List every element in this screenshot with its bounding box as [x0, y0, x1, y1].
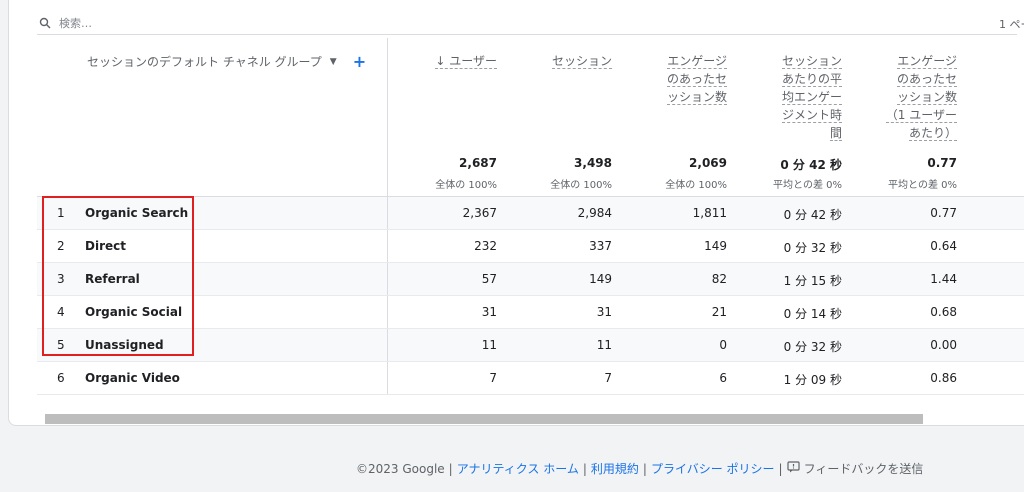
metric-value: 1 分 09 秒	[783, 373, 842, 387]
search-input[interactable]: 検索…	[59, 15, 92, 31]
terms-link[interactable]: 利用規約	[591, 460, 639, 477]
metric-header[interactable]: セッあたペ	[967, 52, 1024, 106]
metric-value: 1 分 15 秒	[783, 274, 842, 288]
metric-value: 0 分 42 秒	[783, 208, 842, 222]
footer-sep: |	[448, 461, 453, 476]
table-header: セッションのデフォルト チャネル グループ ▼ + ↓ ユーザー 2,687 全体の…	[37, 38, 1024, 197]
page-info: 1 ページ	[999, 18, 1024, 31]
metric-value: 149	[589, 272, 612, 286]
channel-name: Organic Video	[85, 371, 180, 385]
metric-header-line: エンゲージ	[897, 54, 957, 69]
metric-value: 0	[719, 338, 727, 352]
row-index: 6	[57, 371, 65, 385]
metric-header-line: セッション	[551, 54, 612, 69]
metric-value: 2,367	[462, 206, 497, 220]
metric-value: 149	[704, 239, 727, 253]
search-bar[interactable]: 検索…	[37, 12, 1017, 35]
metric-header-line: ↓ ユーザー	[435, 54, 497, 69]
metric-value: 0.86	[930, 371, 957, 385]
metric-header-line: （1 ユーザー	[885, 108, 957, 123]
metric-header-line: のあったセ	[666, 72, 727, 87]
metric-header-line: あたりの平	[781, 72, 842, 87]
dropdown-caret-icon[interactable]: ▼	[330, 57, 337, 67]
metric-header[interactable]: ↓ ユーザー	[392, 52, 497, 70]
footer-sep: |	[582, 461, 587, 476]
metric-header[interactable]: エンゲージのあったセッション数 （1 ユーザーあたり）	[852, 52, 957, 142]
footer-sep: |	[778, 461, 783, 476]
metric-header-line: セッション	[781, 54, 842, 69]
metric-value: 1,811	[692, 206, 727, 220]
metric-value: 11	[481, 338, 497, 352]
metric-value: 7	[604, 371, 612, 385]
metric-total: 3,498	[574, 156, 612, 170]
add-dimension-icon[interactable]: +	[353, 52, 366, 71]
metric-total-sub: 全体の 100%	[550, 180, 612, 191]
metric-total: 2,069	[689, 156, 727, 170]
metric-value: 11	[596, 338, 612, 352]
metric-total: 0 分 42 秒	[780, 158, 842, 172]
metric-value: 232	[474, 239, 497, 253]
metric-header-line: ッション数	[666, 90, 727, 105]
metric-value: 0.77	[930, 206, 957, 220]
metric-value: 7	[489, 371, 497, 385]
metric-total-sub: 平均との差 0%	[888, 180, 957, 191]
metric-value: 0 分 32 秒	[783, 241, 842, 255]
metric-header-line: のあったセ	[896, 72, 957, 87]
metric-total: 2,687	[459, 156, 497, 170]
dimension-header[interactable]: セッションのデフォルト チャネル グループ ▼ +	[87, 52, 366, 71]
search-icon	[37, 15, 53, 31]
metric-value: 0 分 32 秒	[783, 340, 842, 354]
metric-header-line: 間	[829, 126, 842, 141]
metric-header-line: ッション数	[896, 90, 957, 105]
metric-value: 82	[711, 272, 727, 286]
metric-header-line: エンゲージ	[667, 54, 727, 69]
metric-total-sub: 全体の 100%	[665, 180, 727, 191]
metric-header-line: 均エンゲー	[781, 90, 842, 105]
feedback-link[interactable]: フィードバックを送信	[804, 460, 924, 477]
metric-value: 0.68	[930, 305, 957, 319]
feedback-icon[interactable]	[786, 461, 800, 476]
metric-value: 6	[719, 371, 727, 385]
metric-value: 337	[589, 239, 612, 253]
footer: ©2023 Google | アナリティクス ホーム | 利用規約 | プライバ…	[356, 460, 923, 477]
metric-value: 31	[596, 305, 612, 319]
footer-sep: |	[642, 461, 647, 476]
metric-header-line: ジメント時	[781, 108, 842, 123]
metric-total: 0.77	[927, 156, 957, 170]
metric-value: 31	[481, 305, 497, 319]
metric-value: 57	[481, 272, 497, 286]
metric-value: 0.00	[930, 338, 957, 352]
dimension-label: セッションのデフォルト チャネル グループ	[87, 55, 322, 69]
metric-value: 21	[711, 305, 727, 319]
metric-header[interactable]: セッション	[507, 52, 612, 70]
dimension-column: セッションのデフォルト チャネル グループ ▼ +	[37, 38, 388, 196]
analytics-home-link[interactable]: アナリティクス ホーム	[457, 460, 579, 477]
highlight-box	[42, 196, 194, 356]
metric-total-sub: 平均と	[957, 176, 1024, 191]
horizontal-scrollbar[interactable]	[45, 414, 923, 424]
dimension-cell: 6 Organic Video	[37, 362, 388, 394]
metric-total-sub: 全体の 100%	[435, 180, 497, 191]
metric-value: 2,984	[577, 206, 612, 220]
metric-total-sub: 平均との差 0%	[773, 180, 842, 191]
metric-header[interactable]: セッションあたりの平均エンゲージメント時間	[737, 52, 842, 142]
privacy-link[interactable]: プライバシー ポリシー	[651, 460, 775, 477]
copyright: ©2023 Google	[356, 461, 445, 476]
metric-value: 1.44	[930, 272, 957, 286]
table-row[interactable]: 6 Organic Video 7 7 6 1 分 09 秒 0.86	[37, 362, 1024, 395]
metric-header[interactable]: エンゲージのあったセッション数	[622, 52, 727, 106]
metric-value: 0.64	[930, 239, 957, 253]
metric-value: 0 分 14 秒	[783, 307, 842, 321]
metric-header-line: あたり）	[908, 126, 957, 141]
